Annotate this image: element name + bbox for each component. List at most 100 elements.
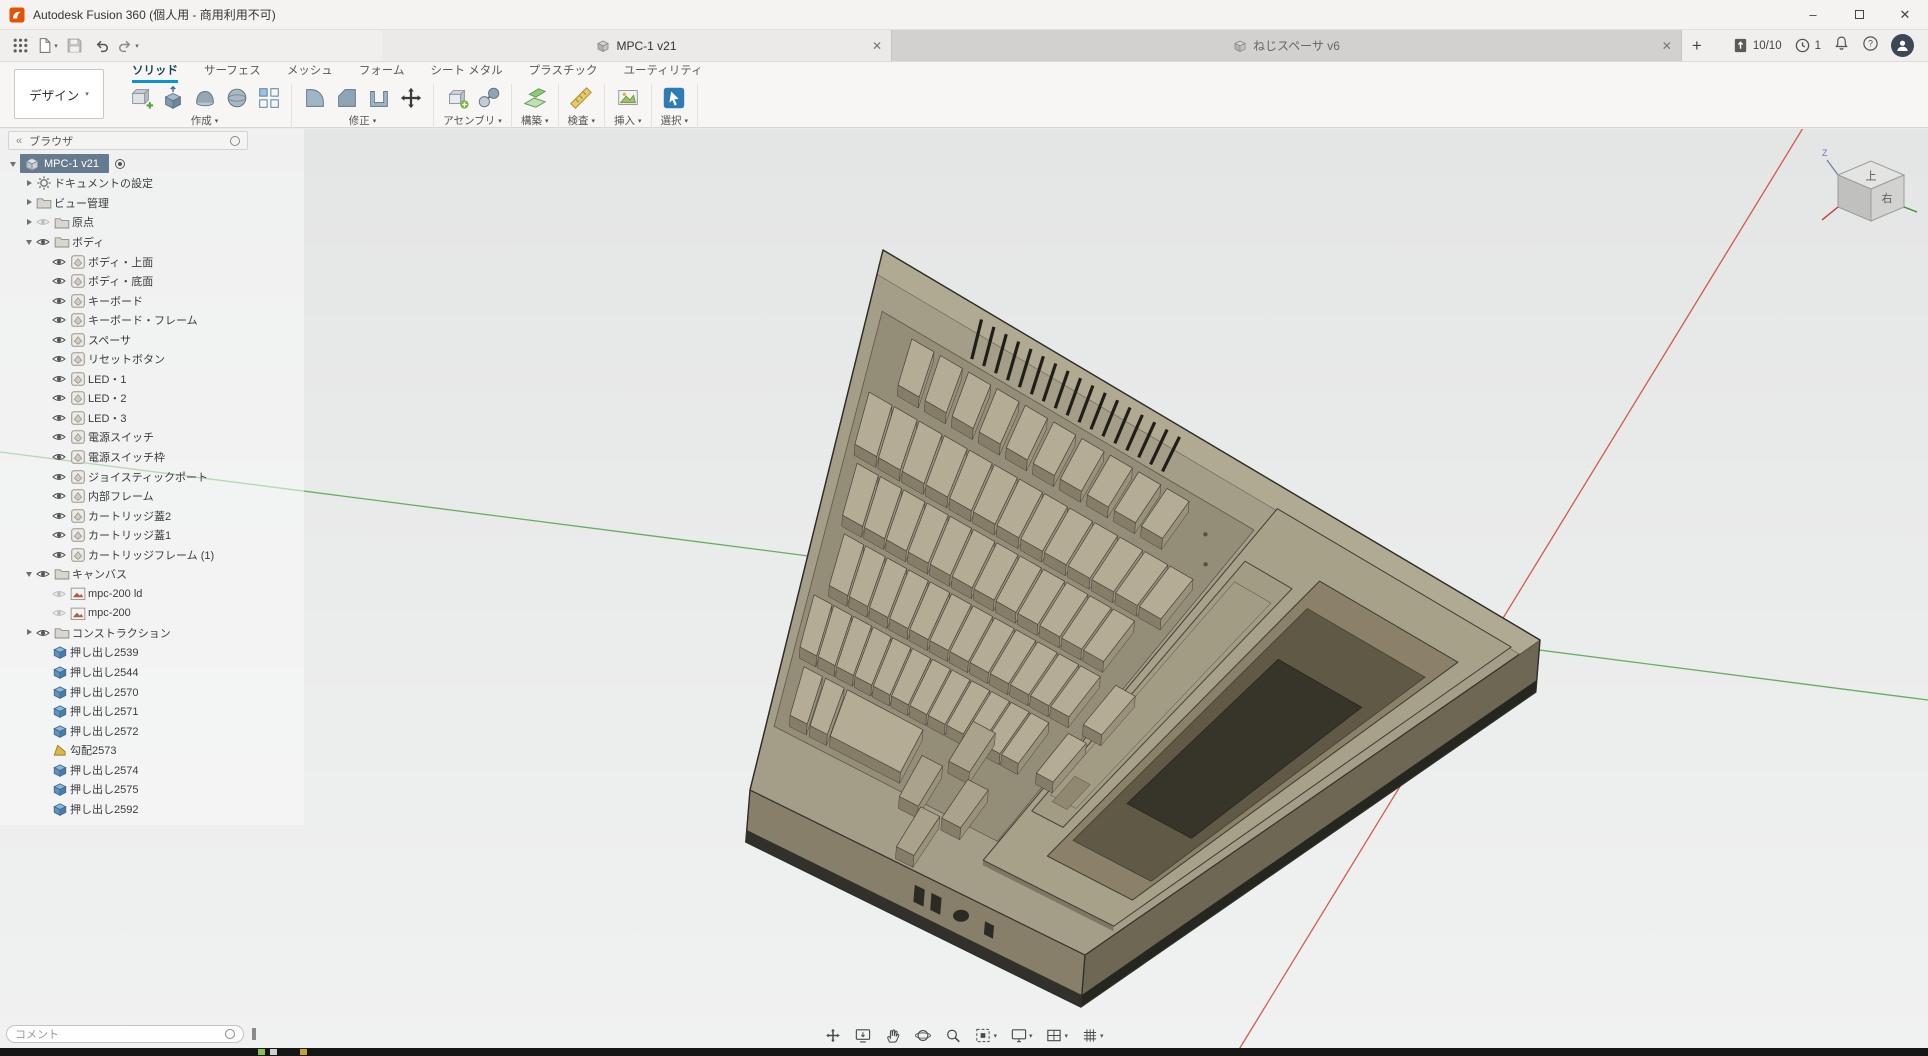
visibility-eye-icon[interactable] xyxy=(52,315,70,325)
ribbon-group-label[interactable]: 構築▾ xyxy=(521,113,549,128)
close-button[interactable]: ✕ xyxy=(1882,0,1928,30)
browser-item-20[interactable]: カートリッジフレーム (1) xyxy=(0,545,304,565)
visibility-eye-icon[interactable] xyxy=(52,374,70,384)
visibility-eye-icon[interactable] xyxy=(52,589,70,599)
browser-item-6[interactable]: ボディ・底面 xyxy=(0,271,304,291)
browser-item-4[interactable]: ボディ xyxy=(0,232,304,252)
browser-item-25[interactable]: 押し出し2539 xyxy=(0,643,304,663)
undo-icon[interactable] xyxy=(89,33,113,59)
select-icon[interactable] xyxy=(661,85,688,112)
ribbon-group-label[interactable]: 作成▾ xyxy=(191,113,219,128)
sphere-icon[interactable] xyxy=(223,85,250,112)
ribbon-group-label[interactable]: 挿入▾ xyxy=(614,113,642,128)
mpc1-3d-model[interactable] xyxy=(746,250,1540,1007)
ribbon-group-label[interactable]: アセンブリ▾ xyxy=(443,113,502,128)
expander-icon[interactable] xyxy=(24,627,36,639)
visibility-eye-icon[interactable] xyxy=(36,569,54,579)
joint-icon[interactable] xyxy=(475,85,502,112)
redo-icon[interactable]: ▾ xyxy=(116,33,140,59)
visibility-eye-icon[interactable] xyxy=(52,393,70,403)
zoom-icon[interactable] xyxy=(944,1027,961,1044)
browser-item-27[interactable]: 押し出し2570 xyxy=(0,682,304,702)
browser-item-23[interactable]: mpc-200 xyxy=(0,604,304,624)
ribbon-tab-3[interactable]: フォーム xyxy=(359,62,405,83)
job-status-button[interactable]: 10/10 xyxy=(1732,37,1782,54)
browser-item-16[interactable]: ジョイスティックポート xyxy=(0,467,304,487)
browser-item-30[interactable]: 勾配2573 xyxy=(0,740,304,760)
app-grid-icon[interactable] xyxy=(8,33,32,59)
construction-plane-icon[interactable] xyxy=(521,85,548,112)
ribbon-group-label[interactable]: 選択▾ xyxy=(661,113,689,128)
version-status-button[interactable]: 1 xyxy=(1794,37,1821,54)
file-menu-icon[interactable]: ▾ xyxy=(35,33,59,59)
visibility-eye-icon[interactable] xyxy=(52,257,70,267)
browser-panel-header[interactable]: « ブラウザ xyxy=(8,131,248,150)
ribbon-group-label[interactable]: 検査▾ xyxy=(568,113,596,128)
visibility-eye-icon[interactable] xyxy=(52,354,70,364)
browser-item-11[interactable]: LED・1 xyxy=(0,369,304,389)
visibility-eye-icon[interactable] xyxy=(36,628,54,638)
browser-item-33[interactable]: 押し出し2592 xyxy=(0,799,304,819)
chamfer-icon[interactable] xyxy=(333,85,360,112)
browser-item-13[interactable]: LED・3 xyxy=(0,408,304,428)
visibility-eye-icon[interactable] xyxy=(52,296,70,306)
document-tab-1[interactable]: ねじスペーサ v6✕ xyxy=(892,30,1682,61)
browser-item-26[interactable]: 押し出し2544 xyxy=(0,662,304,682)
visibility-eye-icon[interactable] xyxy=(52,608,70,618)
browser-item-2[interactable]: ビュー管理 xyxy=(0,193,304,213)
shell-icon[interactable] xyxy=(365,85,392,112)
revolve-icon[interactable] xyxy=(191,85,218,112)
browser-item-9[interactable]: スペーサ xyxy=(0,330,304,350)
browser-root-item[interactable]: MPC-1 v21 xyxy=(0,154,304,174)
activate-component-radio[interactable] xyxy=(115,159,125,169)
browser-item-29[interactable]: 押し出し2572 xyxy=(0,721,304,741)
expander-icon[interactable] xyxy=(24,568,36,580)
pattern-icon[interactable] xyxy=(255,85,282,112)
ribbon-tab-5[interactable]: プラスチック xyxy=(529,62,598,83)
browser-item-17[interactable]: 内部フレーム xyxy=(0,486,304,506)
comment-bar-grip[interactable] xyxy=(252,1028,256,1040)
pan-move-icon[interactable] xyxy=(824,1027,841,1044)
maximize-button[interactable] xyxy=(1836,0,1882,30)
component-plus-icon[interactable] xyxy=(443,85,470,112)
browser-item-31[interactable]: 押し出し2574 xyxy=(0,760,304,780)
move-icon[interactable] xyxy=(397,85,424,112)
visibility-eye-icon[interactable] xyxy=(52,413,70,423)
ribbon-tab-0[interactable]: ソリッド xyxy=(132,62,178,83)
browser-item-18[interactable]: カートリッジ蓋2 xyxy=(0,506,304,526)
fit-view-icon[interactable]: ▾ xyxy=(974,1027,997,1044)
expander-icon[interactable] xyxy=(24,236,36,248)
visibility-eye-icon[interactable] xyxy=(52,511,70,521)
orbit-icon[interactable] xyxy=(914,1027,931,1044)
panel-options-icon[interactable] xyxy=(230,136,240,146)
display-settings-icon[interactable]: ▾ xyxy=(1010,1027,1033,1044)
browser-item-5[interactable]: ボディ・上面 xyxy=(0,252,304,272)
visibility-eye-icon[interactable] xyxy=(52,452,70,462)
browser-item-21[interactable]: キャンバス xyxy=(0,564,304,584)
visibility-eye-icon[interactable] xyxy=(52,335,70,345)
browser-item-22[interactable]: mpc-200 ld xyxy=(0,584,304,604)
expander-icon[interactable] xyxy=(24,216,36,228)
notifications-bell-icon[interactable] xyxy=(1833,35,1850,57)
expander-icon[interactable] xyxy=(8,158,20,170)
close-tab-icon[interactable]: ✕ xyxy=(872,39,882,53)
user-avatar[interactable] xyxy=(1891,34,1914,57)
browser-item-15[interactable]: 電源スイッチ枠 xyxy=(0,447,304,467)
visibility-eye-icon[interactable] xyxy=(52,550,70,560)
extrude-icon[interactable] xyxy=(159,85,186,112)
minimize-button[interactable]: – xyxy=(1790,0,1836,30)
design-menu-button[interactable]: デザイン ▾ xyxy=(14,69,104,119)
browser-item-14[interactable]: 電源スイッチ xyxy=(0,428,304,448)
expander-icon[interactable] xyxy=(24,197,36,209)
viewports-icon[interactable]: ▾ xyxy=(1046,1027,1069,1044)
pan-hand-icon[interactable] xyxy=(884,1027,901,1044)
browser-item-32[interactable]: 押し出し2575 xyxy=(0,780,304,800)
expander-icon[interactable] xyxy=(24,177,36,189)
browser-item-24[interactable]: コンストラクション xyxy=(0,623,304,643)
visibility-eye-icon[interactable] xyxy=(36,217,54,227)
comment-bar[interactable]: コメント xyxy=(6,1025,244,1043)
visibility-eye-icon[interactable] xyxy=(52,491,70,501)
look-at-icon[interactable] xyxy=(854,1027,871,1044)
visibility-eye-icon[interactable] xyxy=(52,432,70,442)
collapse-panel-icon[interactable]: « xyxy=(16,135,22,147)
